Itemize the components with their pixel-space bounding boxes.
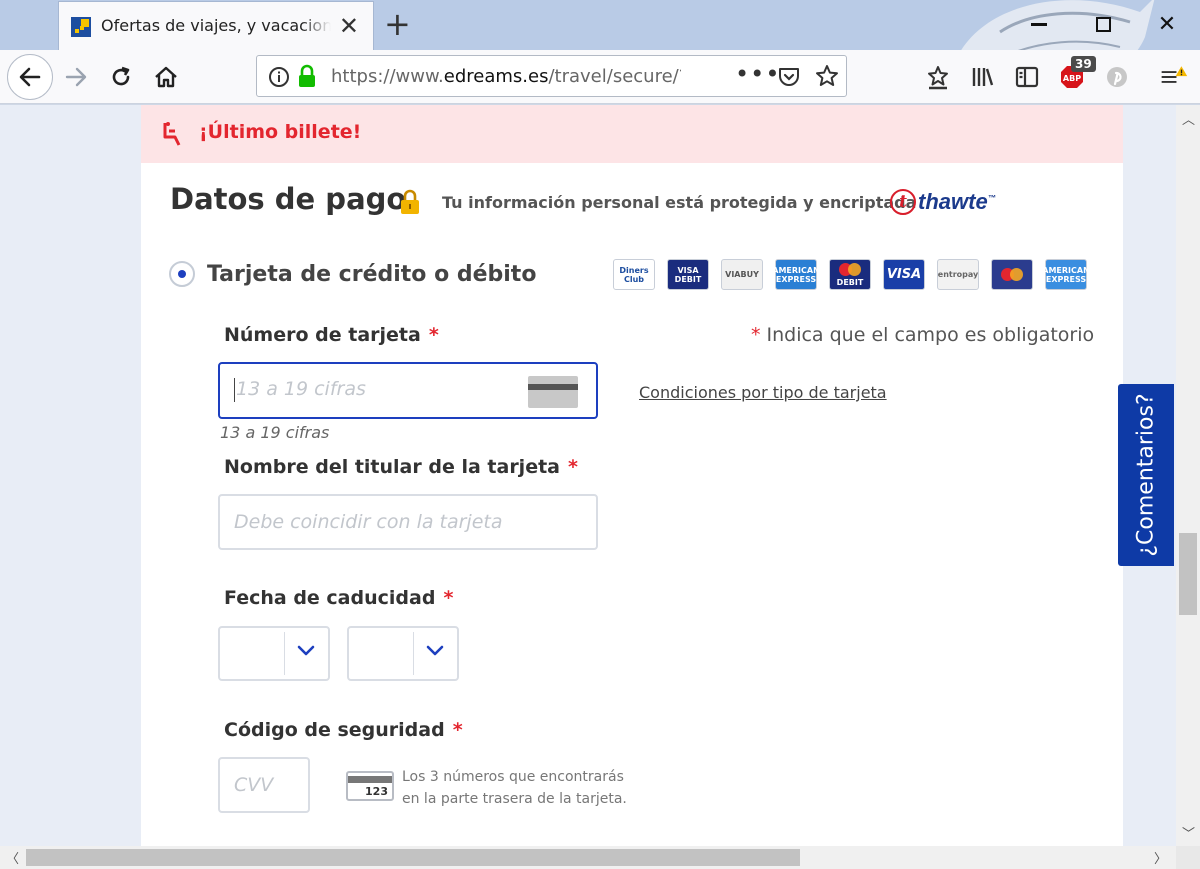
window-maximize-button[interactable] bbox=[1086, 10, 1120, 38]
horizontal-scroll-thumb[interactable] bbox=[26, 849, 800, 866]
seat-icon bbox=[163, 122, 181, 146]
scroll-up-icon[interactable]: ︿ bbox=[1182, 109, 1195, 128]
home-button[interactable] bbox=[152, 63, 180, 91]
payment-title: Datos de pago bbox=[170, 182, 407, 216]
expiry-month-select[interactable] bbox=[218, 626, 330, 681]
page-viewport: ¡Último billete! Datos de pago Tu inform… bbox=[0, 105, 1176, 846]
mastercard-debit-card-icon: DEBIT bbox=[829, 259, 871, 290]
home-icon bbox=[155, 66, 177, 88]
tab-bar: Ofertas de viajes, y vacaciones ✕ + ✕ bbox=[0, 0, 1200, 50]
address-bar[interactable]: https://www.edreams.es/travel/secure/?la… bbox=[256, 55, 847, 97]
amex-card-icon: AMERICAN EXPRESS bbox=[772, 259, 820, 290]
cvv-placeholder: CVV bbox=[234, 774, 274, 796]
library-button[interactable] bbox=[969, 63, 997, 91]
expiry-label: Fecha de caducidad * bbox=[224, 587, 454, 609]
expiry-year-select[interactable] bbox=[347, 626, 459, 681]
library-icon bbox=[972, 68, 994, 86]
scroll-left-icon[interactable]: 〈 bbox=[6, 848, 19, 867]
window-minimize-button[interactable] bbox=[1022, 10, 1056, 38]
card-holder-input[interactable]: Debe coincidir con la tarjeta bbox=[218, 494, 598, 550]
card-holder-label: Nombre del titular de la tarjeta * bbox=[224, 456, 578, 478]
new-tab-button[interactable]: + bbox=[384, 6, 411, 42]
alert-text: ¡Último billete! bbox=[199, 121, 362, 143]
secure-lock-icon[interactable] bbox=[297, 64, 317, 88]
star-list-icon bbox=[928, 66, 948, 90]
maximize-icon bbox=[1095, 16, 1111, 32]
cvv-input[interactable]: CVV bbox=[218, 757, 310, 813]
card-placeholder-icon bbox=[528, 376, 578, 408]
reload-icon bbox=[112, 66, 130, 86]
pinterest-icon bbox=[1107, 67, 1127, 87]
card-holder-placeholder: Debe coincidir con la tarjeta bbox=[234, 511, 503, 533]
scroll-down-icon[interactable]: ﹀ bbox=[1182, 823, 1195, 842]
scroll-right-icon[interactable]: 〉 bbox=[1154, 848, 1167, 867]
window-close-button[interactable]: ✕ bbox=[1150, 10, 1184, 38]
amex-card-icon-2: AMERICAN EXPRESS bbox=[1042, 259, 1090, 290]
forward-button[interactable] bbox=[62, 63, 90, 91]
accepted-cards-list: Diners Club VISA DEBIT VIABUY AMERICAN E… bbox=[613, 259, 1090, 290]
scrollbar-corner bbox=[1176, 846, 1200, 869]
pocket-icon[interactable] bbox=[777, 65, 801, 89]
required-note: * Indica que el campo es obligatorio bbox=[751, 324, 1095, 346]
arrow-left-icon bbox=[19, 67, 41, 87]
padlock-icon bbox=[401, 189, 419, 214]
card-conditions-link[interactable]: Condiciones por tipo de tarjeta bbox=[639, 383, 887, 402]
card-number-label: Número de tarjeta * bbox=[224, 324, 439, 346]
sidebar-icon bbox=[1015, 66, 1039, 88]
card-number-input[interactable]: 13 a 19 cifras bbox=[218, 362, 598, 419]
mastercard-card-icon bbox=[991, 259, 1033, 290]
thawte-logo: t thawte™ bbox=[890, 189, 996, 215]
cvv-card-back-icon: 123 bbox=[346, 771, 394, 801]
thawte-t-icon: t bbox=[890, 189, 916, 215]
info-icon[interactable] bbox=[268, 66, 290, 88]
pinterest-button[interactable] bbox=[1103, 63, 1131, 91]
protection-text: Tu información personal está protegida y… bbox=[442, 193, 917, 212]
active-tab[interactable]: Ofertas de viajes, y vacaciones ✕ bbox=[58, 1, 374, 50]
card-number-placeholder: 13 a 19 cifras bbox=[236, 378, 366, 400]
svg-text:ABP: ABP bbox=[1063, 74, 1081, 83]
vertical-scroll-thumb[interactable] bbox=[1179, 533, 1197, 615]
feedback-label: ¿Comentarios? bbox=[1133, 393, 1159, 557]
minimize-icon bbox=[1031, 22, 1047, 26]
tab-close-icon[interactable]: ✕ bbox=[339, 12, 359, 40]
edreams-favicon-icon bbox=[71, 17, 91, 37]
page-actions-menu-button[interactable]: ••• bbox=[735, 60, 780, 88]
viabuy-card-icon: VIABUY bbox=[721, 259, 763, 290]
adblock-count-badge: 39 bbox=[1071, 56, 1096, 72]
reload-button[interactable] bbox=[107, 63, 135, 91]
back-button[interactable] bbox=[7, 54, 53, 100]
bookmark-star-icon[interactable] bbox=[815, 64, 839, 88]
vertical-scrollbar[interactable]: ︿ ﹀ bbox=[1176, 105, 1200, 846]
arrow-right-icon bbox=[65, 67, 87, 87]
horizontal-scrollbar[interactable]: 〈 〉 bbox=[0, 846, 1176, 869]
last-ticket-alert: ¡Último billete! bbox=[141, 105, 1123, 163]
visa-debit-card-icon: VISA DEBIT bbox=[667, 259, 709, 290]
bookmarks-star-button[interactable] bbox=[924, 63, 952, 91]
chevron-down-icon bbox=[297, 645, 315, 656]
card-number-hint: 13 a 19 cifras bbox=[220, 423, 330, 442]
diners-card-icon: Diners Club bbox=[613, 259, 655, 290]
security-code-label: Código de seguridad * bbox=[224, 719, 463, 741]
url-text[interactable]: https://www.edreams.es/travel/secure/?la bbox=[331, 66, 681, 87]
sidebar-button[interactable] bbox=[1013, 63, 1041, 91]
payment-page: ¡Último billete! Datos de pago Tu inform… bbox=[141, 105, 1123, 846]
cvv-help-text: Los 3 números que encontrarás en la part… bbox=[402, 769, 627, 807]
entropay-card-icon: entropay bbox=[937, 259, 979, 290]
menu-button[interactable] bbox=[1160, 63, 1188, 91]
card-payment-radio[interactable] bbox=[169, 261, 195, 287]
feedback-tab-button[interactable]: ¿Comentarios? bbox=[1118, 384, 1174, 566]
navigation-toolbar: https://www.edreams.es/travel/secure/?la… bbox=[0, 50, 1200, 104]
visa-card-icon: VISA bbox=[883, 259, 925, 290]
tab-title: Ofertas de viajes, y vacaciones bbox=[101, 16, 331, 35]
chevron-down-icon bbox=[426, 645, 444, 656]
hamburger-menu-icon bbox=[1161, 66, 1188, 83]
text-caret bbox=[234, 378, 235, 402]
card-payment-label[interactable]: Tarjeta de crédito o débito bbox=[207, 262, 536, 287]
